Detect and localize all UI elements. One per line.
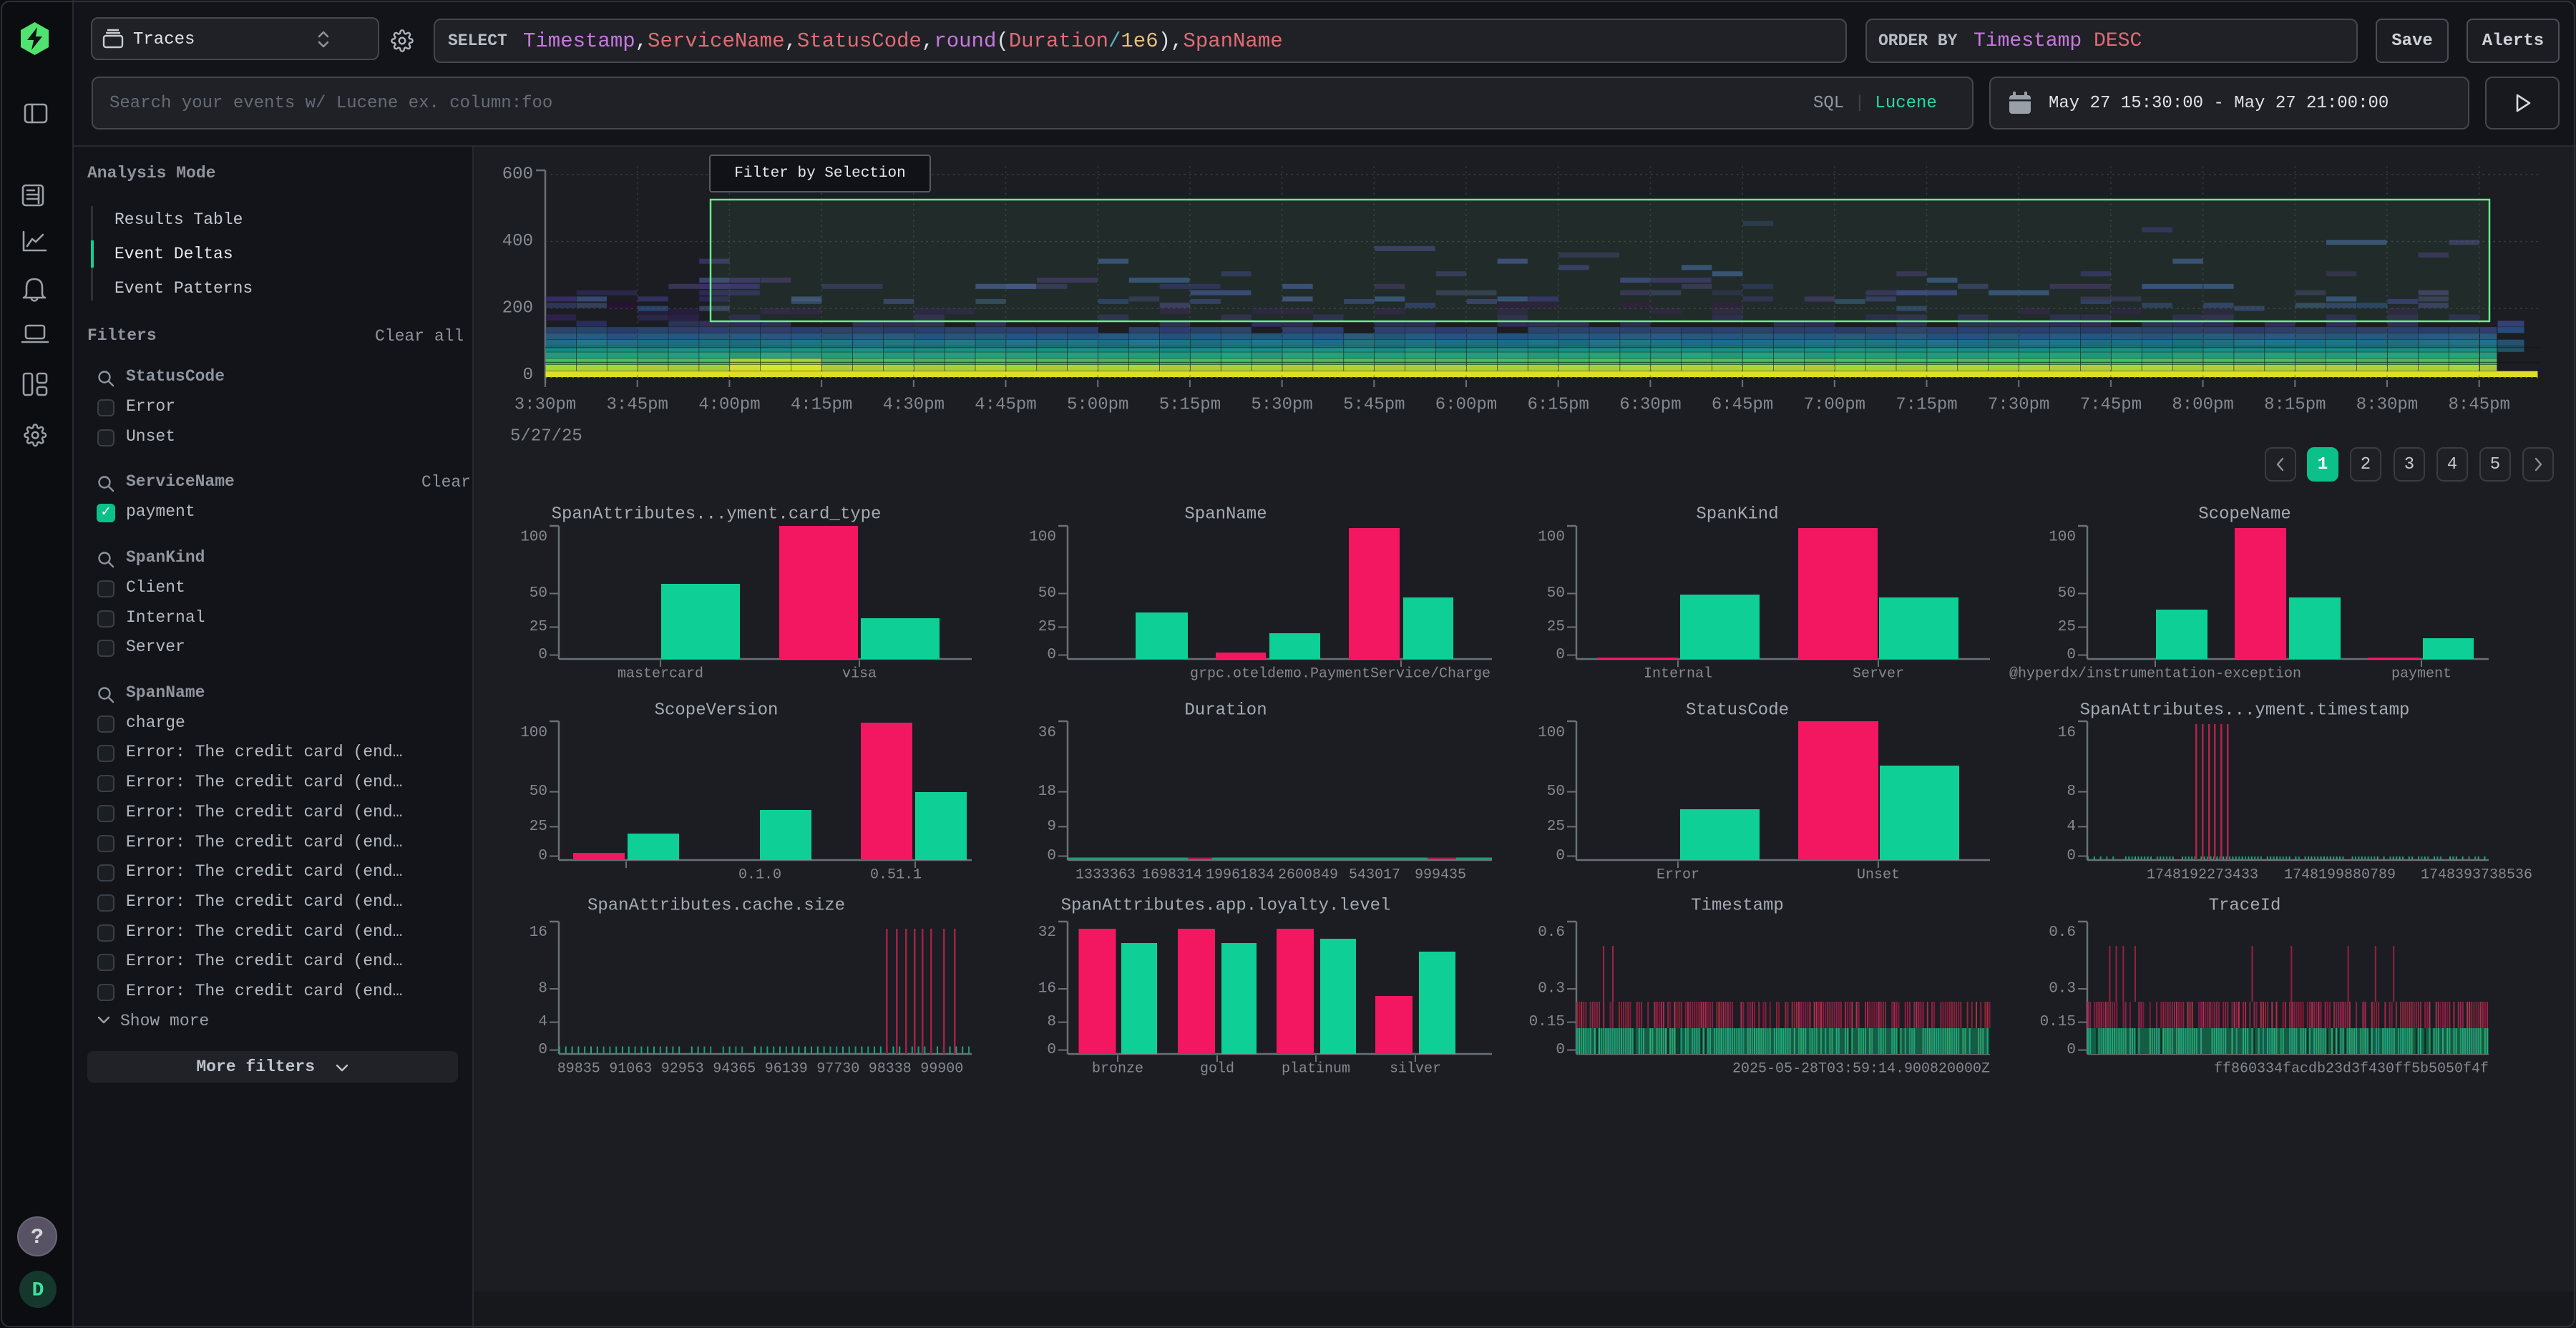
svg-text:D: D (32, 1280, 44, 1302)
svg-text:?: ? (31, 1226, 44, 1250)
